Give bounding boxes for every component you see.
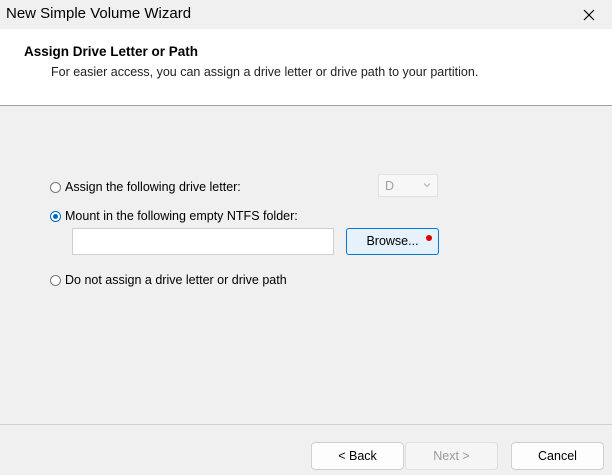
mount-folder-option[interactable]: Mount in the following empty NTFS folder… — [50, 209, 298, 223]
no-assign-option[interactable]: Do not assign a drive letter or drive pa… — [50, 273, 287, 287]
assign-letter-radio[interactable] — [50, 181, 61, 193]
footer-divider — [0, 424, 612, 425]
page-title: Assign Drive Letter or Path — [24, 44, 199, 59]
drive-letter-dropdown[interactable]: D — [378, 174, 438, 197]
page-subtitle: For easier access, you can assign a driv… — [51, 65, 479, 79]
next-button[interactable]: Next > — [405, 442, 498, 470]
back-button-label: < Back — [338, 449, 377, 463]
chevron-down-icon — [423, 183, 431, 188]
marker-dot — [426, 235, 432, 241]
no-assign-label: Do not assign a drive letter or drive pa… — [65, 273, 287, 287]
mount-folder-label: Mount in the following empty NTFS folder… — [65, 209, 298, 223]
close-button[interactable] — [566, 0, 612, 29]
next-button-label: Next > — [433, 449, 470, 463]
mount-folder-radio[interactable] — [50, 210, 61, 222]
window-title: New Simple Volume Wizard — [6, 5, 192, 22]
close-icon — [583, 9, 595, 20]
title-bar: New Simple Volume Wizard — [0, 0, 612, 29]
browse-button-label: Browse... — [366, 234, 419, 248]
wizard-header: Assign Drive Letter or Path For easier a… — [0, 29, 612, 106]
browse-button[interactable]: Browse... — [346, 228, 439, 255]
no-assign-radio[interactable] — [50, 274, 61, 286]
cancel-button-label: Cancel — [538, 449, 577, 463]
folder-path-input[interactable] — [72, 228, 334, 255]
drive-letter-value: D — [385, 179, 395, 193]
cancel-button[interactable]: Cancel — [511, 442, 604, 470]
assign-letter-option[interactable]: Assign the following drive letter: — [50, 180, 241, 194]
assign-letter-label: Assign the following drive letter: — [65, 180, 241, 194]
back-button[interactable]: < Back — [311, 442, 404, 470]
